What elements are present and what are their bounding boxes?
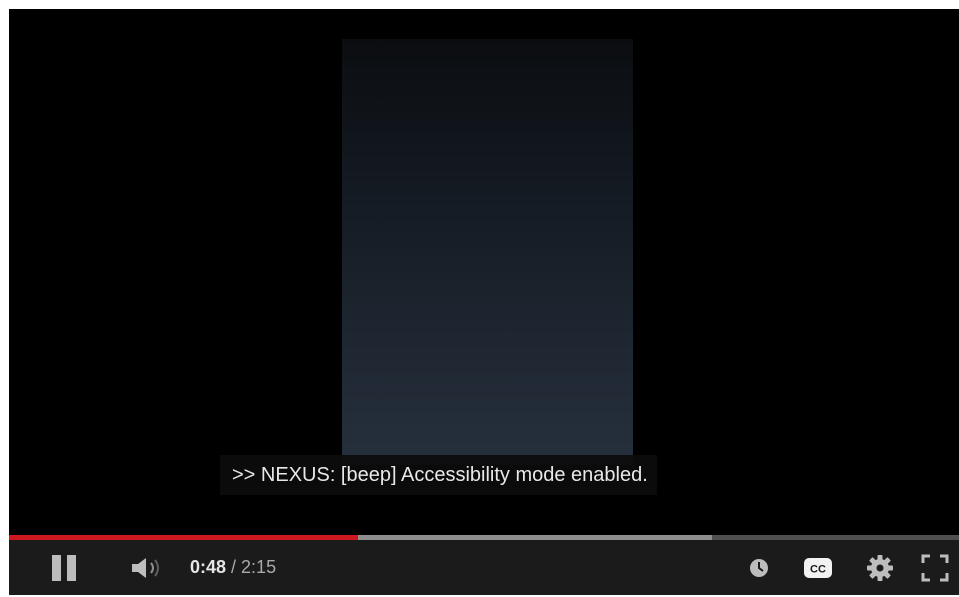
captions-button[interactable]: CC [800, 540, 836, 595]
video-player[interactable]: >> NEXUS: [beep] Accessibility mode enab… [9, 9, 959, 595]
time-total: 2:15 [241, 557, 277, 577]
volume-icon [132, 557, 159, 578]
mute-button[interactable] [123, 540, 173, 595]
settings-button[interactable] [861, 540, 899, 595]
fullscreen-button[interactable] [911, 540, 959, 595]
clock-icon [750, 558, 768, 577]
time-display: 0:48 / 2:15 [190, 540, 276, 595]
fullscreen-icon [921, 554, 949, 581]
time-separator: / [226, 557, 242, 577]
caption-window: >> NEXUS: [beep] Accessibility mode enab… [220, 455, 657, 495]
closed-captions-icon: CC [804, 557, 832, 578]
control-bar: 0:48 / 2:15 CC [9, 540, 959, 595]
video-frame[interactable]: >> NEXUS: [beep] Accessibility mode enab… [9, 9, 959, 535]
time-current: 0:48 [190, 557, 227, 577]
pause-button[interactable] [43, 540, 85, 595]
pause-icon [49, 554, 79, 581]
video-content [342, 39, 633, 465]
watch-later-button[interactable] [744, 540, 774, 595]
svg-text:CC: CC [810, 563, 826, 575]
gear-icon [867, 554, 893, 581]
